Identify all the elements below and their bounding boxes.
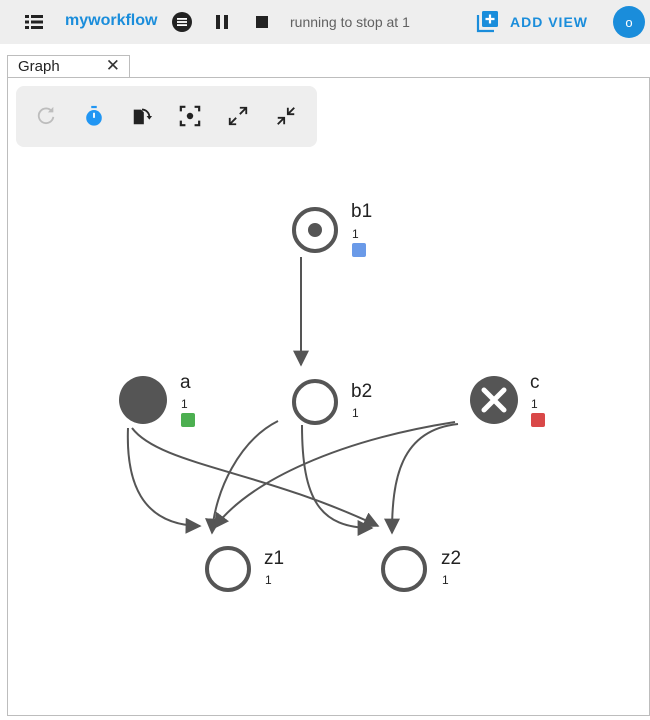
node-z1-name: z1 — [264, 548, 284, 569]
edge-c-z2 — [384, 423, 459, 535]
node-a-cycle: 1 — [181, 397, 188, 411]
node-b1-cycle: 1 — [352, 227, 359, 241]
edge-b2-z2 — [301, 424, 374, 536]
edge-a-z1 — [126, 427, 202, 534]
node-z1-cycle: 1 — [265, 573, 272, 587]
graph-node-b2[interactable]: b2 1 — [292, 379, 372, 425]
workflow-graph: b1 1 a 1 b2 1 c 1 z1 1 z2 1 — [119, 201, 545, 592]
node-b2-name: b2 — [351, 381, 372, 402]
node-a-name: a — [180, 372, 191, 393]
node-c-status-badge — [531, 413, 545, 427]
edge-c-z1 — [213, 421, 456, 530]
graph-node-z1[interactable]: z1 1 — [205, 546, 284, 592]
node-z2-icon — [381, 546, 427, 592]
graph-node-b1[interactable]: b1 1 — [292, 201, 372, 257]
graph-node-z2[interactable]: z2 1 — [381, 546, 461, 592]
node-z1-icon — [205, 546, 251, 592]
node-b1-name: b1 — [351, 201, 372, 222]
node-c-cycle: 1 — [531, 397, 538, 411]
node-b1-status-badge — [352, 243, 366, 257]
node-z2-cycle: 1 — [442, 573, 449, 587]
edge-a-z2 — [131, 427, 380, 528]
node-b2-icon — [292, 379, 338, 425]
graph-node-c[interactable]: c 1 — [470, 372, 545, 427]
node-z2-name: z2 — [441, 548, 461, 569]
node-b2-cycle: 1 — [352, 406, 359, 420]
node-a-icon — [119, 376, 167, 424]
node-a-status-badge — [181, 413, 195, 427]
graph-node-a[interactable]: a 1 — [119, 372, 195, 427]
graph-edges — [126, 257, 459, 536]
node-c-name: c — [530, 372, 540, 393]
